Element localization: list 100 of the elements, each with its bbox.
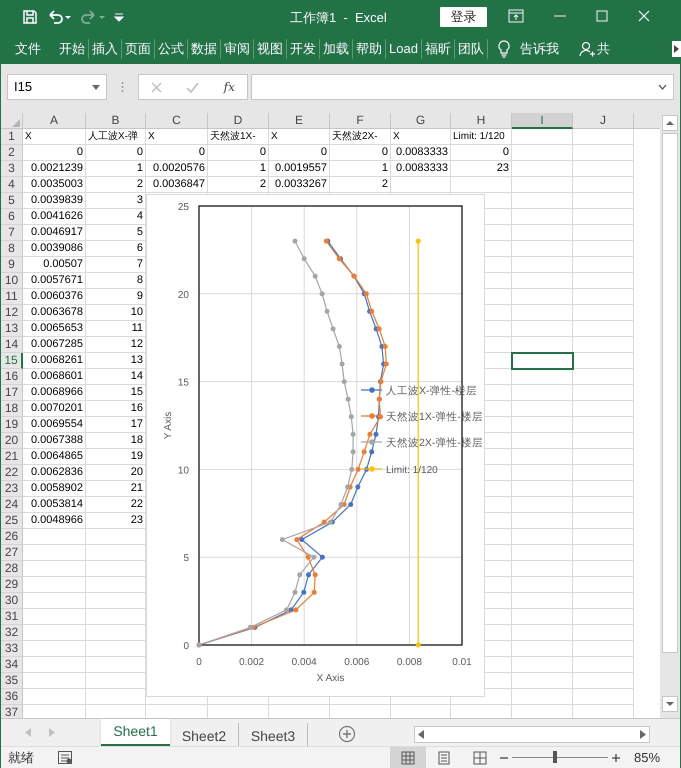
row-header[interactable]: 36	[1, 689, 23, 705]
row-header[interactable]: 16	[1, 369, 23, 385]
name-box[interactable]: I15	[7, 74, 107, 100]
ribbon-tab[interactable]: 文件	[12, 39, 44, 59]
ribbon-tab[interactable]: 审阅	[221, 39, 253, 59]
ribbon-tab[interactable]: 视图	[254, 39, 286, 59]
row-header[interactable]: 6	[1, 209, 23, 225]
row-header[interactable]: 14	[1, 337, 23, 353]
ribbon-tab[interactable]: 开发	[287, 39, 319, 59]
row-header[interactable]: 9	[1, 257, 23, 273]
ribbon-tab[interactable]: 公式	[155, 39, 187, 59]
row-header[interactable]: 1	[1, 129, 23, 145]
ribbon-display-icon[interactable]	[508, 9, 524, 23]
add-sheet-icon[interactable]	[338, 725, 356, 743]
column-header[interactable]: D	[208, 113, 269, 129]
ribbon-tab[interactable]: Load	[386, 39, 421, 59]
ribbon-tab[interactable]: 开始	[56, 39, 88, 59]
save-icon[interactable]	[22, 9, 38, 25]
scroll-right-icon[interactable]	[640, 730, 646, 739]
row-header[interactable]: 11	[1, 289, 23, 305]
macro-record-icon[interactable]	[58, 751, 72, 764]
row-header[interactable]: 34	[1, 657, 23, 673]
row-header[interactable]: 30	[1, 593, 23, 609]
close-icon[interactable]	[638, 9, 650, 23]
table-cell	[573, 433, 634, 449]
row-header[interactable]: 5	[1, 193, 23, 209]
row-header[interactable]: 33	[1, 641, 23, 657]
row-header[interactable]: 13	[1, 321, 23, 337]
axis-tick-label: 5	[183, 553, 189, 564]
row-header[interactable]: 15	[1, 353, 23, 369]
scroll-up-icon[interactable]	[662, 115, 678, 131]
maximize-icon[interactable]	[596, 9, 608, 23]
column-header[interactable]: J	[573, 113, 634, 129]
row-header[interactable]: 12	[1, 305, 23, 321]
row-header[interactable]: 35	[1, 673, 23, 689]
row-header[interactable]: 26	[1, 529, 23, 545]
row-header[interactable]: 18	[1, 401, 23, 417]
row-header[interactable]: 10	[1, 273, 23, 289]
row-header[interactable]: 3	[1, 161, 23, 177]
row-header[interactable]: 37	[1, 705, 23, 718]
axis-tick-label: 0	[196, 657, 202, 668]
sheet-tab[interactable]: Sheet1	[101, 719, 170, 746]
ribbon-tab[interactable]: 数据	[188, 39, 220, 59]
sign-in-button[interactable]: 登录	[440, 7, 487, 27]
row-header[interactable]: 7	[1, 225, 23, 241]
table-cell	[512, 273, 573, 289]
column-header[interactable]: E	[269, 113, 330, 129]
ribbon-tab[interactable]: 团队	[454, 39, 487, 59]
row-header[interactable]: 22	[1, 465, 23, 481]
check-icon[interactable]	[186, 82, 200, 92]
share-button[interactable]: 共	[596, 39, 610, 59]
row-header[interactable]: 4	[1, 177, 23, 193]
table-cell: Limit: 1/120	[451, 129, 512, 145]
data-point	[416, 238, 421, 244]
insert-function-button[interactable]: fx	[224, 78, 235, 96]
scrollbar-thumb[interactable]	[662, 133, 678, 653]
column-header[interactable]: I	[512, 113, 573, 129]
ribbon-tab[interactable]: 福昕	[422, 39, 454, 59]
formula-input[interactable]	[251, 74, 674, 100]
scroll-left-icon[interactable]	[418, 730, 424, 739]
zoom-level[interactable]: 85%	[634, 748, 660, 768]
ribbon-tab[interactable]: 插入	[89, 39, 121, 59]
table-cell	[23, 689, 86, 705]
ribbon-tab[interactable]: 页面	[122, 39, 154, 59]
column-header[interactable]: A	[23, 113, 86, 129]
column-header[interactable]: G	[391, 113, 451, 129]
column-header[interactable]: B	[86, 113, 146, 129]
ribbon-tab[interactable]: 加载	[320, 39, 352, 59]
row-header[interactable]: 19	[1, 417, 23, 433]
row-header[interactable]: 32	[1, 625, 23, 641]
row-header[interactable]: 24	[1, 497, 23, 513]
row-header[interactable]: 31	[1, 609, 23, 625]
zoom-in-icon[interactable]	[612, 754, 620, 762]
column-header[interactable]: C	[146, 113, 208, 129]
table-cell: 2	[208, 177, 269, 193]
row-header[interactable]: 25	[1, 513, 23, 529]
tell-me-field[interactable]: 告诉我	[520, 39, 559, 59]
dropdown-icon[interactable]	[114, 11, 124, 23]
row-header[interactable]: 23	[1, 481, 23, 497]
scroll-right-button[interactable]	[672, 41, 681, 57]
vertical-scrollbar[interactable]	[660, 113, 680, 718]
row-header[interactable]: 17	[1, 385, 23, 401]
row-header[interactable]: 20	[1, 433, 23, 449]
table-cell: 0	[23, 145, 86, 161]
zoom-slider-thumb[interactable]	[553, 751, 558, 763]
expand-icon[interactable]	[658, 84, 667, 90]
horizontal-scrollbar[interactable]	[414, 726, 650, 743]
column-header[interactable]: F	[330, 113, 391, 129]
grid-view-icon[interactable]	[390, 747, 426, 768]
ribbon-tab[interactable]: 帮助	[353, 39, 385, 59]
row-header[interactable]: 8	[1, 241, 23, 257]
row-header[interactable]: 2	[1, 145, 23, 161]
row-header[interactable]: 28	[1, 561, 23, 577]
right-arrow-icon[interactable]	[674, 45, 679, 53]
active-cell[interactable]	[512, 353, 573, 369]
row-header[interactable]: 27	[1, 545, 23, 561]
row-header[interactable]: 29	[1, 577, 23, 593]
status-text: 就绪	[8, 748, 35, 767]
row-header[interactable]: 21	[1, 449, 23, 465]
scroll-down-icon[interactable]	[662, 696, 678, 712]
